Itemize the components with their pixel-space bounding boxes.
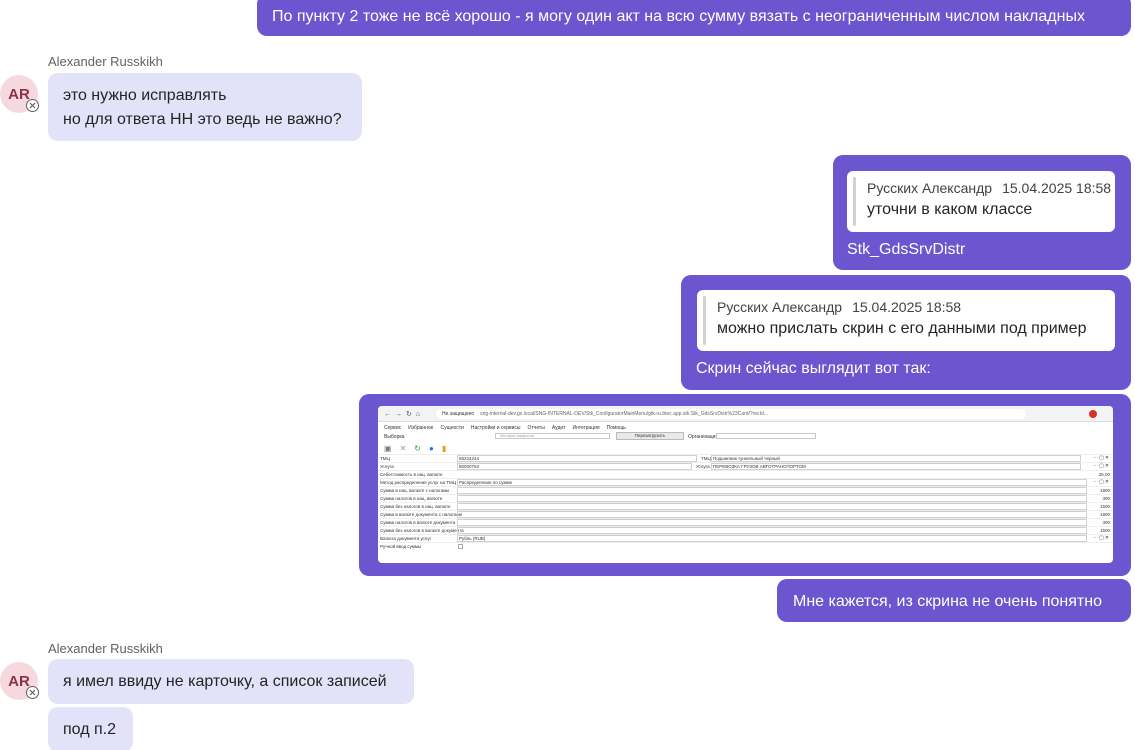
browser-bar: ←→↻⌂ Не защищено sng-internal-dev.gs.loca… xyxy=(378,406,1113,422)
menu-item: Отчеты xyxy=(527,425,545,431)
quote-time: 15.04.2025 18:58 xyxy=(1002,180,1112,196)
quoted-message[interactable]: Русских Александр 15.04.2025 18:58 можно … xyxy=(697,290,1115,351)
message-text-line: это нужно исправлять xyxy=(63,87,227,104)
menu-item: Помощь xyxy=(606,425,626,431)
field-row: ТМЦ 56224244 ТМЦ Подшипник туннельный че… xyxy=(378,454,1113,462)
avatar[interactable]: AR xyxy=(0,75,39,113)
quote-bar xyxy=(703,296,706,345)
message-text: я имел ввиду не карточку, а список запис… xyxy=(63,673,387,690)
presence-offline-icon xyxy=(26,686,39,699)
filter-input: История запросов xyxy=(495,433,610,439)
org-input xyxy=(716,433,816,439)
field-actions-icon: ⋯▢✕ xyxy=(1093,479,1110,485)
quote-text: уточни в каком классе xyxy=(867,201,1033,218)
filter-label: Выборка xyxy=(384,434,405,440)
browser-nav-icons: ←→↻⌂ xyxy=(384,411,425,418)
avatar-initials: AR xyxy=(8,85,30,103)
sender-name: Alexander Russkikh xyxy=(48,641,163,656)
incoming-message[interactable]: это нужно исправлять но для ответа НН эт… xyxy=(48,73,362,141)
menu-item: Аудит xyxy=(551,425,566,431)
menu-item: Интеграция xyxy=(572,425,600,431)
field-row: Сумма без налогов в валюте документа 150… xyxy=(378,526,1113,534)
field-actions-icon: ⋯▢✕ xyxy=(1093,455,1110,461)
quote-author: Русских Александр 15.04.2025 18:58 xyxy=(867,180,1112,196)
incoming-message[interactable]: я имел ввиду не карточку, а список запис… xyxy=(48,659,414,704)
sender-name: Alexander Russkikh xyxy=(48,54,163,69)
refresh-button: Перезагрузить xyxy=(616,432,684,440)
field-row: Сумма налогов в нац. валюте 300 xyxy=(378,494,1113,502)
field-row: Валюта документа услуг Рубль (RUB) ⋯▢✕ xyxy=(378,534,1113,542)
menu-item: Сервис xyxy=(384,425,402,431)
outgoing-message[interactable]: Русских Александр 15.04.2025 18:58 уточни… xyxy=(833,155,1131,270)
menu-item: Сущности xyxy=(440,425,464,431)
avatar[interactable]: AR xyxy=(0,662,39,700)
field-row: Сумма в валюте документа с налогами 1800 xyxy=(378,510,1113,518)
message-text: под п.2 xyxy=(63,721,116,738)
document-icon: ▮ xyxy=(441,444,447,453)
message-text-line: но для ответа НН это ведь не важно? xyxy=(63,111,342,128)
save-icon: ▣ xyxy=(384,444,392,453)
presence-offline-icon xyxy=(26,99,39,112)
field-row: Себестоимость в нац. валюте 25,00 xyxy=(378,470,1113,478)
refresh-icon: ↻ xyxy=(414,444,421,453)
quote-text: можно прислать скрин с его данными под п… xyxy=(717,320,1087,337)
message-text: Stk_GdsSrvDistr xyxy=(847,241,966,258)
message-text: Скрин сейчас выглядит вот так: xyxy=(696,360,931,377)
quoted-message[interactable]: Русских Александр 15.04.2025 18:58 уточни… xyxy=(847,171,1115,232)
message-text: По пункту 2 тоже не всё хорошо - я могу … xyxy=(272,8,1085,25)
quote-bar xyxy=(853,177,856,226)
security-badge: Не защищено xyxy=(442,411,475,417)
outgoing-message[interactable]: По пункту 2 тоже не всё хорошо - я могу … xyxy=(257,0,1131,36)
info-icon: ● xyxy=(428,444,434,453)
quote-time: 15.04.2025 18:58 xyxy=(852,299,962,315)
outgoing-message[interactable]: Мне кажется, из скрина не очень понятно xyxy=(777,579,1131,622)
field-actions-icon: ⋯▢✕ xyxy=(1093,463,1110,469)
quote-author: Русских Александр 15.04.2025 18:58 xyxy=(717,299,962,315)
address-url: sng-internal-dev.gs.local/SNG-INTERNAL-D… xyxy=(480,411,768,417)
field-row: Метод распределения услуг на ТМЦ Распред… xyxy=(378,478,1113,486)
field-row: Сумма налогов в валюте документа 300 xyxy=(378,518,1113,526)
field-row: Услуга 80000752 Услуга ПЕРЕВОЗКА ГРУЗОВ … xyxy=(378,462,1113,470)
close-icon: ✕ xyxy=(399,444,407,453)
app-menu: Сервис Избранное Сущности Настройки и се… xyxy=(384,425,626,431)
attached-screenshot[interactable]: ←→↻⌂ Не защищено sng-internal-dev.gs.loca… xyxy=(378,406,1113,563)
manual-input-checkbox xyxy=(458,544,463,549)
card-toolbar: ▣ ✕ ↻ ● ▮ xyxy=(384,444,446,453)
org-label: Организация xyxy=(688,434,719,440)
field-row: Ручной ввод суммы xyxy=(378,542,1113,550)
incoming-message[interactable]: под п.2 xyxy=(48,707,133,750)
menu-item: Избранное xyxy=(408,425,434,431)
avatar-initials: AR xyxy=(8,672,30,690)
message-text: Мне кажется, из скрина не очень понятно xyxy=(793,593,1102,610)
filter-row: Выборка История запросов Перезагрузить О… xyxy=(384,432,824,441)
field-row: Сумма в нац. валюте с налогами 1800 xyxy=(378,486,1113,494)
outgoing-message[interactable]: Русских Александр 15.04.2025 18:58 можно … xyxy=(681,275,1131,390)
profile-icon xyxy=(1089,410,1097,418)
field-actions-icon: ⋯▢✕ xyxy=(1093,535,1110,541)
address-bar: Не защищено sng-internal-dev.gs.local/SNG… xyxy=(436,409,1026,419)
menu-item: Настройки и сервисы xyxy=(470,425,521,431)
field-row: Сумма без налогов в нац. валюте 1500 xyxy=(378,502,1113,510)
